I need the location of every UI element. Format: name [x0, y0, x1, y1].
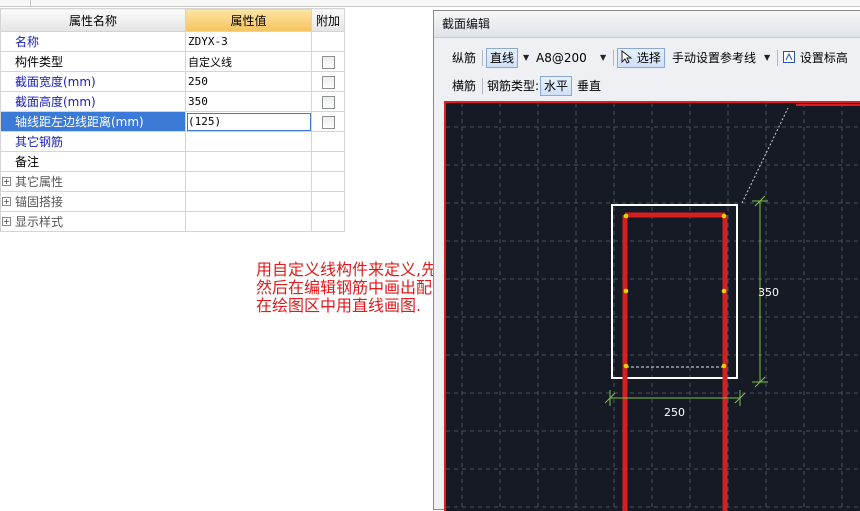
vertical-button[interactable]: 垂直 — [577, 76, 601, 96]
property-group-name: 锚固搭接 — [15, 195, 64, 209]
rebar-type-label: 钢筋类型: — [487, 79, 540, 93]
property-row[interactable]: 备注 — [0, 151, 345, 172]
property-value[interactable]: 250 — [185, 71, 312, 92]
manual-reference-line-button[interactable]: 手动设置参考线 — [672, 48, 756, 68]
section-editor-window: 截面编辑 纵筋 直线 ▼ A8@200 ▼ 选择 手动设置参考线 ▼ 设置标高 … — [433, 10, 860, 511]
drawn-rebar-lines — [622, 212, 728, 511]
select-button-label: 选择 — [636, 51, 661, 65]
cursor-arrow-icon — [621, 49, 633, 64]
property-value[interactable]: ZDYX-3 — [185, 31, 312, 52]
property-group-name: 显示样式 — [15, 215, 64, 229]
property-group-row[interactable]: + 其它属性 — [0, 171, 345, 192]
property-group-row[interactable]: + 锚固搭接 — [0, 191, 345, 212]
property-row[interactable]: 截面高度(mm) 350 — [0, 91, 345, 112]
property-grid-header: 属性名称 属性值 附加 — [0, 8, 345, 32]
add-checkbox[interactable] — [321, 55, 335, 69]
horizontal-button[interactable]: 水平 — [540, 76, 573, 96]
editor-toolbar-1: 纵筋 直线 ▼ A8@200 ▼ 选择 手动设置参考线 ▼ 设置标高 — [434, 44, 860, 72]
editor-toolbar-2: 横筋 钢筋类型: 水平 垂直 — [434, 72, 860, 100]
stirrup-outline — [625, 214, 725, 368]
property-row[interactable]: 截面宽度(mm) 250 — [0, 71, 345, 92]
property-value[interactable] — [185, 131, 312, 152]
property-value[interactable] — [185, 151, 312, 172]
set-elevation-label: 设置标高 — [799, 51, 848, 65]
property-row[interactable]: 构件类型 自定义线 — [0, 51, 345, 72]
expand-plus-icon[interactable]: + — [2, 177, 11, 186]
longitudinal-rebar-button[interactable]: 纵筋 — [452, 48, 476, 68]
property-name: 轴线距左边线距离(mm) — [0, 111, 186, 132]
property-name: 其它钢筋 — [0, 131, 186, 152]
property-group-row[interactable]: + 显示样式 — [0, 211, 345, 232]
line-tool-button[interactable]: 直线 — [486, 48, 519, 68]
property-row-selected[interactable]: 轴线距左边线距离(mm) (125) — [0, 111, 345, 132]
expand-plus-icon[interactable]: + — [2, 197, 11, 206]
rebar-spec-select[interactable]: A8@200 — [536, 48, 587, 68]
line-tool-dropdown-icon[interactable]: ▼ — [523, 48, 529, 68]
header-value[interactable]: 属性值 — [185, 8, 312, 32]
property-add-cell — [311, 31, 345, 52]
set-elevation-button[interactable]: 设置标高 — [782, 48, 848, 68]
manual-reference-dropdown-icon[interactable]: ▼ — [764, 48, 770, 68]
property-name: 名称 — [0, 31, 186, 52]
add-checkbox[interactable] — [321, 95, 335, 109]
height-dimension-label: 350 — [758, 286, 779, 299]
expand-plus-icon[interactable]: + — [2, 217, 11, 226]
property-name: 备注 — [0, 151, 186, 172]
section-outline — [611, 204, 738, 379]
window-title: 截面编辑 — [434, 11, 860, 38]
drawing-canvas[interactable]: 350 250 — [444, 101, 860, 511]
property-row[interactable]: 名称 ZDYX-3 — [0, 31, 345, 52]
property-value[interactable]: 自定义线 — [185, 51, 312, 72]
property-value-input[interactable]: (125) — [185, 111, 312, 132]
grid-lines — [446, 103, 860, 511]
section-drawing: 350 250 — [446, 103, 860, 511]
property-name: 截面宽度(mm) — [0, 71, 186, 92]
add-checkbox[interactable] — [321, 115, 335, 129]
add-checkbox[interactable] — [321, 75, 335, 89]
property-group-name: 其它属性 — [15, 175, 64, 189]
header-add[interactable]: 附加 — [311, 8, 345, 32]
property-value[interactable]: 350 — [185, 91, 312, 112]
property-name: 截面高度(mm) — [0, 91, 186, 112]
property-grid: 属性名称 属性值 附加 名称 ZDYX-3 构件类型 自定义线 截面宽度(mm)… — [0, 8, 345, 232]
elevation-icon — [783, 51, 795, 63]
rebar-spec-dropdown-icon[interactable]: ▼ — [600, 48, 606, 68]
property-name: 构件类型 — [0, 51, 186, 72]
property-row[interactable]: 其它钢筋 — [0, 131, 345, 152]
select-button[interactable]: 选择 — [617, 48, 665, 68]
header-name[interactable]: 属性名称 — [0, 8, 186, 32]
width-dimension-label: 250 — [664, 406, 685, 419]
top-strip — [0, 0, 860, 7]
transverse-rebar-button[interactable]: 横筋 — [452, 76, 476, 96]
leader-line — [741, 107, 789, 204]
rebar-points — [623, 213, 727, 369]
